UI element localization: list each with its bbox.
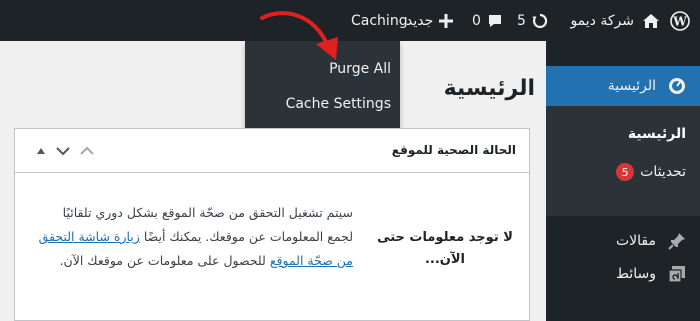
wp-logo-menu[interactable]: W — [670, 0, 690, 41]
media-icon — [668, 265, 686, 283]
pushpin-icon — [668, 232, 686, 250]
site-name-label: شركة ديمو — [570, 12, 634, 29]
chevron-down-icon[interactable] — [53, 141, 73, 161]
widget-title: الحالة الصحية للموقع — [391, 143, 516, 157]
submenu-home[interactable]: الرئيسية — [628, 126, 686, 142]
admin-sidebar: الرئيسية الرئيسية 5 تحديثات مقالات وسائط — [537, 41, 700, 321]
menu-posts-label: مقالات — [615, 233, 656, 249]
wordpress-logo-icon: W — [670, 10, 690, 31]
wp-admin-page: W شركة ديمو 5 0 جديد Caching Purge All C… — [0, 0, 700, 321]
menu-media[interactable]: وسائط — [546, 254, 700, 294]
menu-media-label: وسائط — [616, 266, 656, 282]
page-title: الرئيسية — [443, 76, 535, 101]
menu-dashboard[interactable]: الرئيسية — [546, 66, 700, 106]
annotation-arrow — [260, 11, 338, 60]
move-up-icon[interactable] — [31, 141, 51, 161]
dashboard-submenu: الرئيسية 5 تحديثات — [546, 106, 700, 216]
site-health-widget: الحالة الصحية للموقع لا توجد معلومات حتى… — [14, 128, 530, 321]
new-content-menu[interactable]: جديد — [406, 0, 454, 41]
comments-icon — [487, 13, 503, 29]
menu-dashboard-label: الرئيسية — [607, 78, 656, 94]
svg-text:W: W — [672, 14, 687, 28]
chevron-up-icon[interactable] — [77, 141, 97, 161]
updates-badge: 5 — [616, 163, 635, 181]
no-info-message: لا توجد معلومات حتى الآن... — [377, 230, 513, 267]
current-menu-arrow — [537, 76, 546, 96]
site-health-description: سيتم تشغيل التحقق من صحّة الموقع بشكل دو… — [35, 201, 353, 273]
dashboard-gauge-icon — [668, 77, 686, 95]
updates-icon — [532, 13, 548, 29]
submenu-updates[interactable]: 5 تحديثات — [616, 163, 686, 181]
widget-header: الحالة الصحية للموقع — [15, 129, 529, 173]
plus-icon — [439, 13, 454, 28]
updates-count: 5 — [517, 12, 526, 29]
caching-label: Caching — [351, 12, 408, 29]
site-name-menu[interactable]: شركة ديمو — [570, 0, 660, 41]
new-label: جديد — [406, 12, 434, 29]
submenu-updates-label: تحديثات — [640, 164, 686, 180]
home-icon — [642, 12, 660, 30]
description-text-end: للحصول على معلومات عن موقعك الآن. — [59, 253, 266, 268]
comments-count: 0 — [472, 12, 481, 29]
updates-menu[interactable]: 5 — [517, 0, 548, 41]
caching-menu[interactable]: Caching — [351, 0, 408, 41]
cache-settings-item[interactable]: Cache Settings — [286, 96, 391, 112]
comments-menu[interactable]: 0 — [472, 0, 503, 41]
